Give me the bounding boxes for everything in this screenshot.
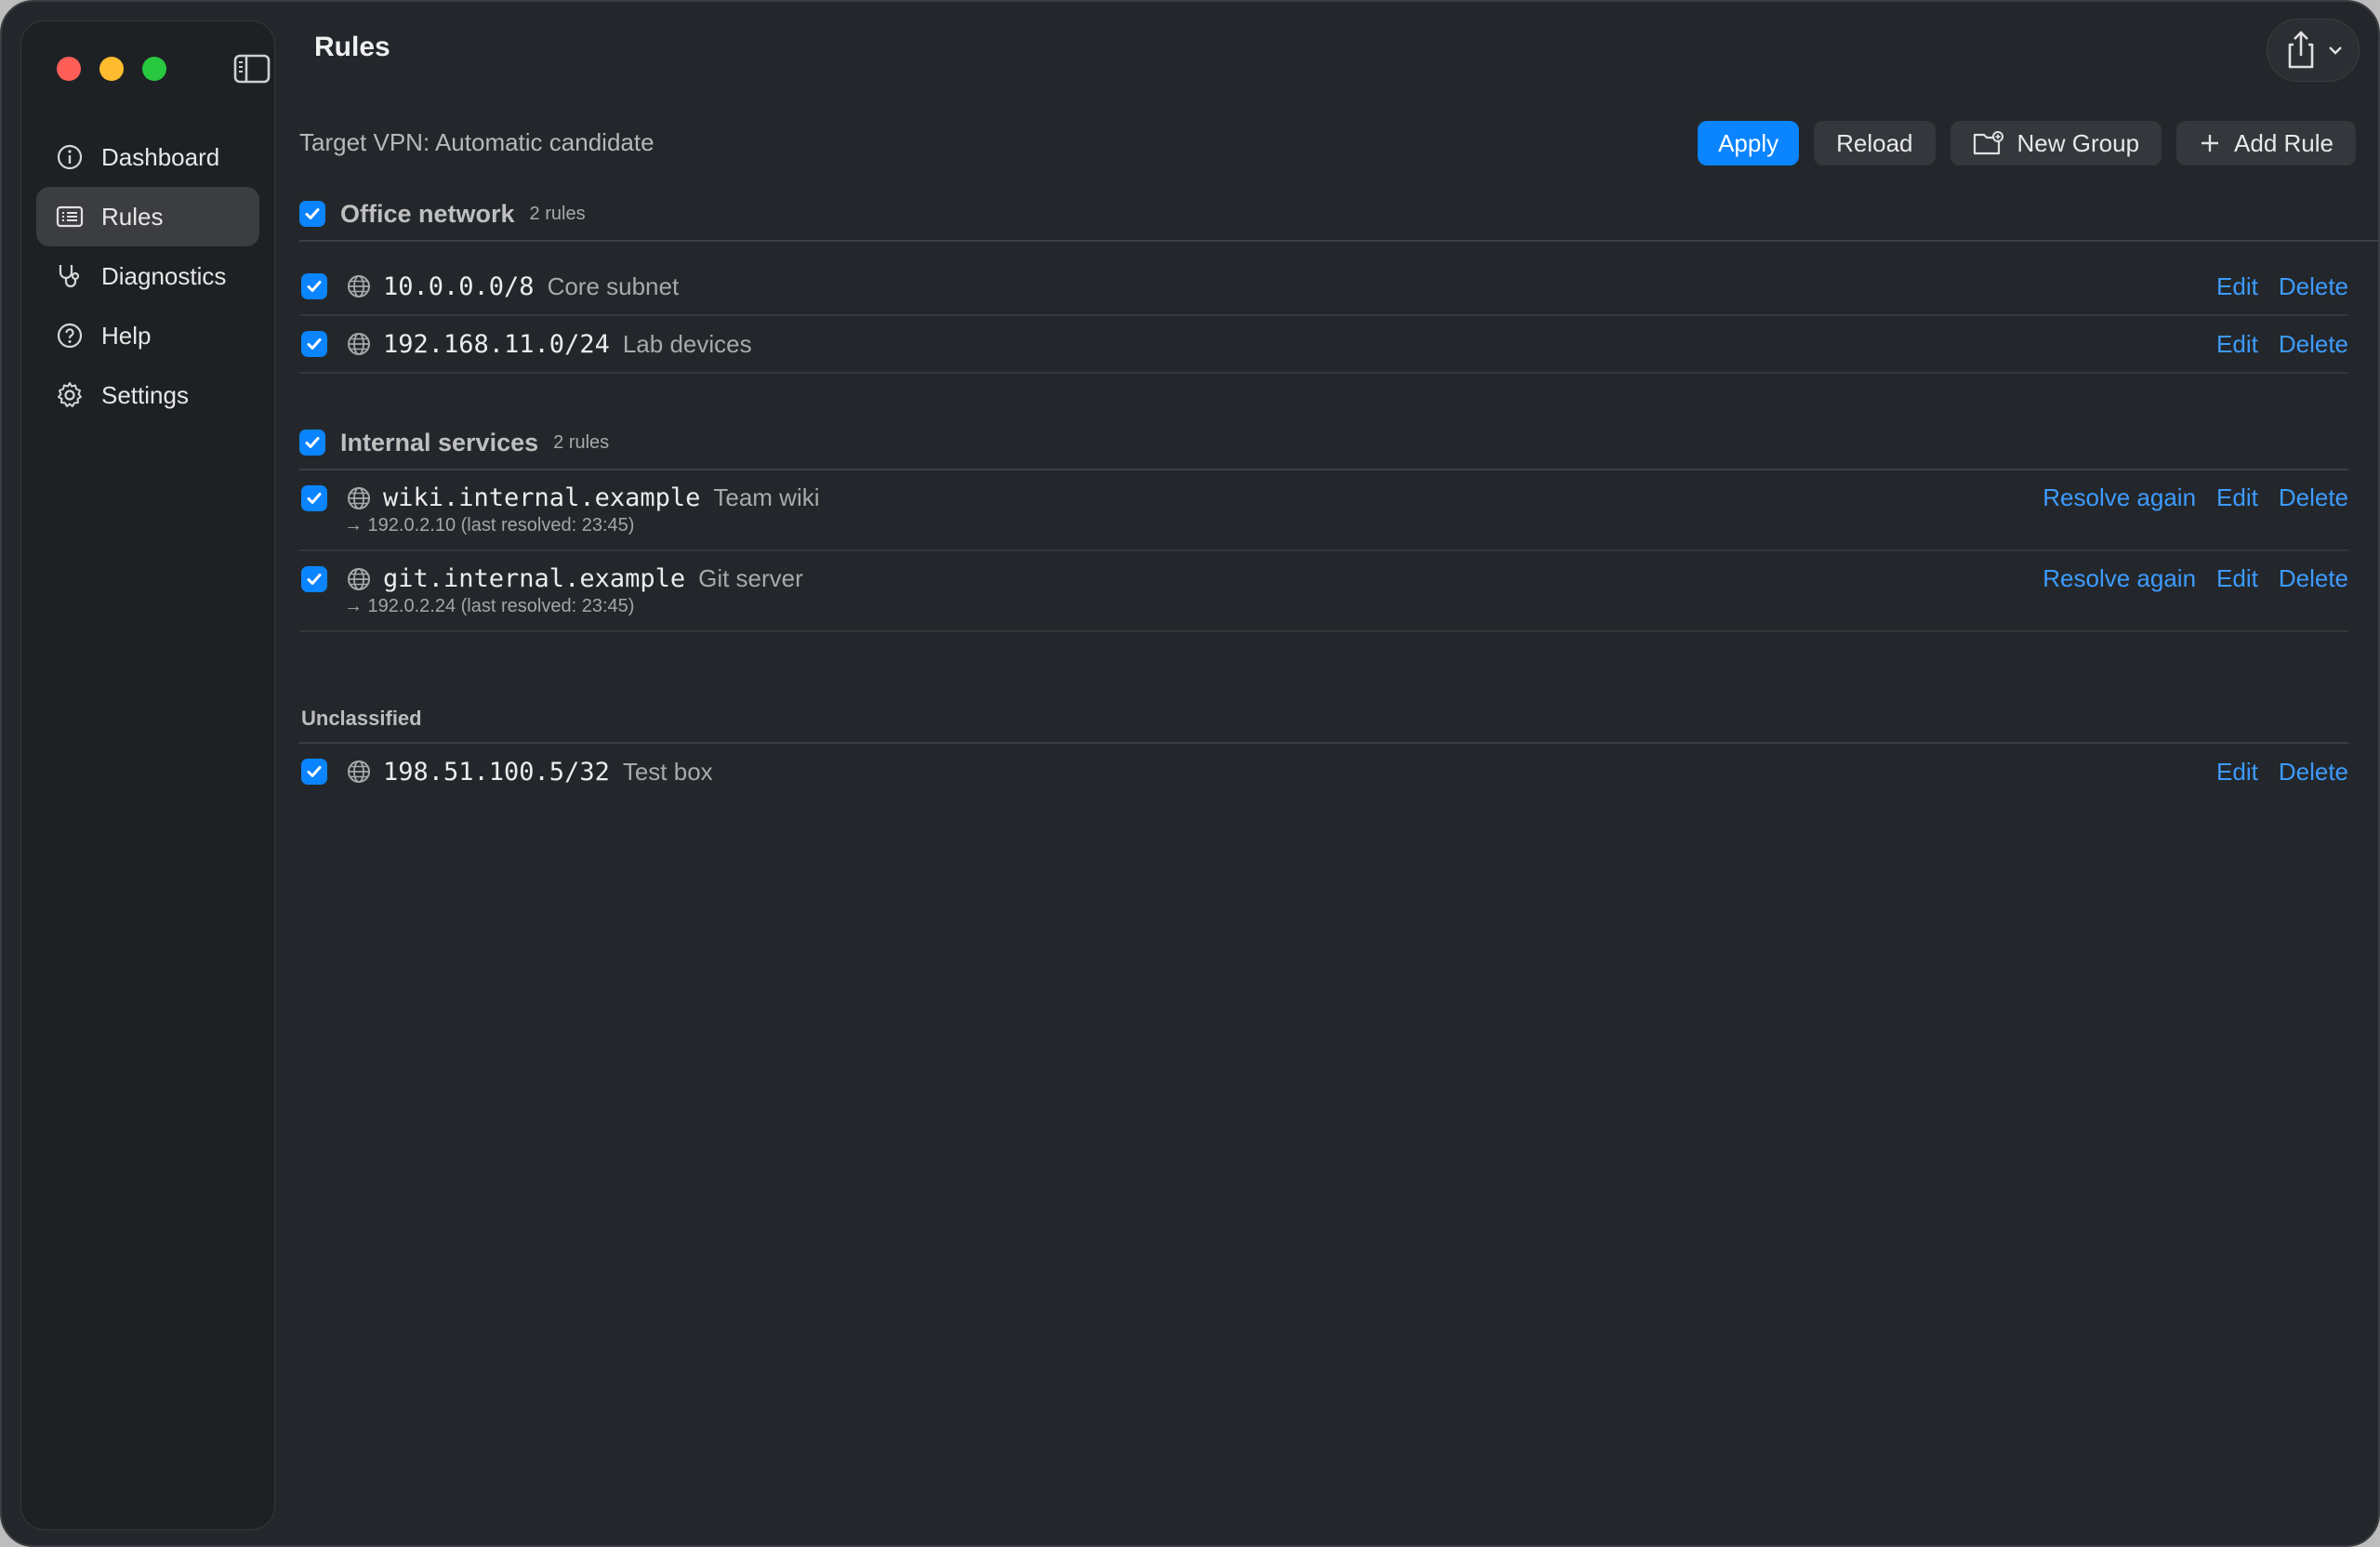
sidebar-item-dashboard[interactable]: Dashboard [36, 127, 259, 187]
delete-link[interactable]: Delete [2279, 272, 2348, 301]
page-title: Rules [314, 32, 390, 62]
globe-icon [348, 275, 370, 298]
sidebar-nav: Dashboard Rules Diagnostics Help Setting… [36, 127, 259, 425]
delete-link[interactable]: Delete [2279, 330, 2348, 359]
zoom-window-button[interactable] [142, 57, 166, 81]
checkmark-icon [307, 574, 322, 585]
gear-icon [58, 382, 82, 407]
globe-icon [348, 333, 370, 355]
unclassified-header: Unclassified [299, 686, 2348, 744]
checkmark-icon [307, 281, 322, 292]
sidebar: Dashboard Rules Diagnostics Help Setting… [20, 20, 275, 1530]
rule-row: 192.168.11.0/24 Lab devices Edit Delete [299, 316, 2348, 374]
rule-address: wiki.internal.example [383, 483, 701, 512]
sidebar-item-help[interactable]: Help [36, 306, 259, 365]
list-icon [56, 205, 84, 228]
sidebar-item-rules[interactable]: Rules [36, 187, 259, 246]
rule-resolved-info: → 192.0.2.24 (last resolved: 23:45) [344, 596, 635, 616]
rule-checkbox[interactable] [301, 759, 327, 785]
rule-checkbox[interactable] [301, 331, 327, 357]
rule-description: Team wiki [713, 483, 820, 511]
sidebar-item-label: Rules [101, 202, 164, 231]
rule-address: git.internal.example [383, 563, 686, 593]
globe-icon [348, 568, 370, 590]
edit-link[interactable]: Edit [2216, 758, 2258, 787]
rules-list: Office network 2 rules 10.0.0.0/8 Core s… [299, 188, 2378, 800]
add-rule-label: Add Rule [2234, 128, 2334, 157]
checkmark-icon [307, 493, 322, 504]
checkmark-icon [305, 437, 320, 448]
group-header-office-network: Office network 2 rules [299, 188, 2378, 242]
stethoscope-icon [59, 265, 80, 288]
group-name: Internal services [340, 428, 539, 456]
edit-link[interactable]: Edit [2216, 483, 2258, 512]
delete-link[interactable]: Delete [2279, 564, 2348, 593]
edit-link[interactable]: Edit [2216, 330, 2258, 359]
globe-icon [348, 760, 370, 783]
sidebar-item-label: Help [101, 321, 152, 350]
rule-description: Git server [698, 563, 803, 592]
app-window: Dashboard Rules Diagnostics Help Setting… [0, 0, 2380, 1547]
rule-row: wiki.internal.example Team wiki → 192.0.… [299, 470, 2348, 551]
sidebar-item-diagnostics[interactable]: Diagnostics [36, 246, 259, 306]
sidebar-item-label: Diagnostics [101, 261, 227, 290]
main-content: Rules Target VPN: Automatic candidate Ap… [275, 2, 2378, 1545]
target-vpn-label: Target VPN: Automatic candidate [299, 128, 654, 156]
rule-row: 10.0.0.0/8 Core subnet Edit Delete [299, 258, 2348, 316]
rule-address: 198.51.100.5/32 [383, 757, 610, 787]
info-circle-icon [57, 144, 83, 170]
share-icon [2288, 31, 2314, 69]
rule-address: 10.0.0.0/8 [383, 271, 535, 301]
rule-checkbox[interactable] [301, 485, 327, 511]
group-count: 2 rules [529, 203, 586, 224]
rule-description: Test box [622, 757, 713, 786]
group-count: 2 rules [553, 431, 610, 453]
resolve-again-link[interactable]: Resolve again [2043, 483, 2196, 512]
delete-link[interactable]: Delete [2279, 483, 2348, 512]
plus-icon [2202, 135, 2219, 152]
new-group-label: New Group [2016, 128, 2140, 157]
rule-description: Core subnet [547, 271, 680, 300]
minimize-window-button[interactable] [99, 57, 124, 81]
reload-button[interactable]: Reload [1814, 121, 1936, 165]
edit-link[interactable]: Edit [2216, 272, 2258, 301]
sidebar-item-settings[interactable]: Settings [36, 365, 259, 425]
add-rule-button[interactable]: Add Rule [2176, 121, 2356, 165]
rule-checkbox[interactable] [301, 566, 327, 592]
rule-row: git.internal.example Git server → 192.0.… [299, 551, 2348, 632]
group-checkbox[interactable] [299, 430, 325, 456]
chevron-down-icon [2329, 46, 2342, 55]
resolve-again-link[interactable]: Resolve again [2043, 564, 2196, 593]
delete-link[interactable]: Delete [2279, 758, 2348, 787]
checkmark-icon [305, 208, 320, 219]
toolbar: Apply Reload New Group Add Rule [1698, 121, 2356, 165]
question-circle-icon [57, 323, 83, 349]
folder-add-icon [1973, 131, 2003, 155]
group-header-internal-services: Internal services 2 rules [299, 416, 2348, 470]
new-group-button[interactable]: New Group [1950, 121, 2162, 165]
sidebar-item-label: Dashboard [101, 142, 220, 171]
group-checkbox[interactable] [299, 201, 325, 227]
sidebar-toggle-icon[interactable] [233, 53, 271, 85]
apply-button[interactable]: Apply [1698, 121, 1800, 165]
edit-link[interactable]: Edit [2216, 564, 2258, 593]
rule-row: 198.51.100.5/32 Test box Edit Delete [299, 744, 2348, 800]
rule-resolved-info: → 192.0.2.10 (last resolved: 23:45) [344, 515, 635, 536]
checkmark-icon [307, 766, 322, 777]
rule-description: Lab devices [622, 329, 752, 358]
rule-checkbox[interactable] [301, 273, 327, 299]
checkmark-icon [307, 338, 322, 350]
globe-icon [348, 487, 370, 509]
rule-address: 192.168.11.0/24 [383, 329, 610, 359]
sidebar-item-label: Settings [101, 380, 189, 409]
close-window-button[interactable] [57, 57, 81, 81]
group-name: Office network [340, 199, 515, 228]
share-menu-button[interactable] [2267, 19, 2360, 82]
